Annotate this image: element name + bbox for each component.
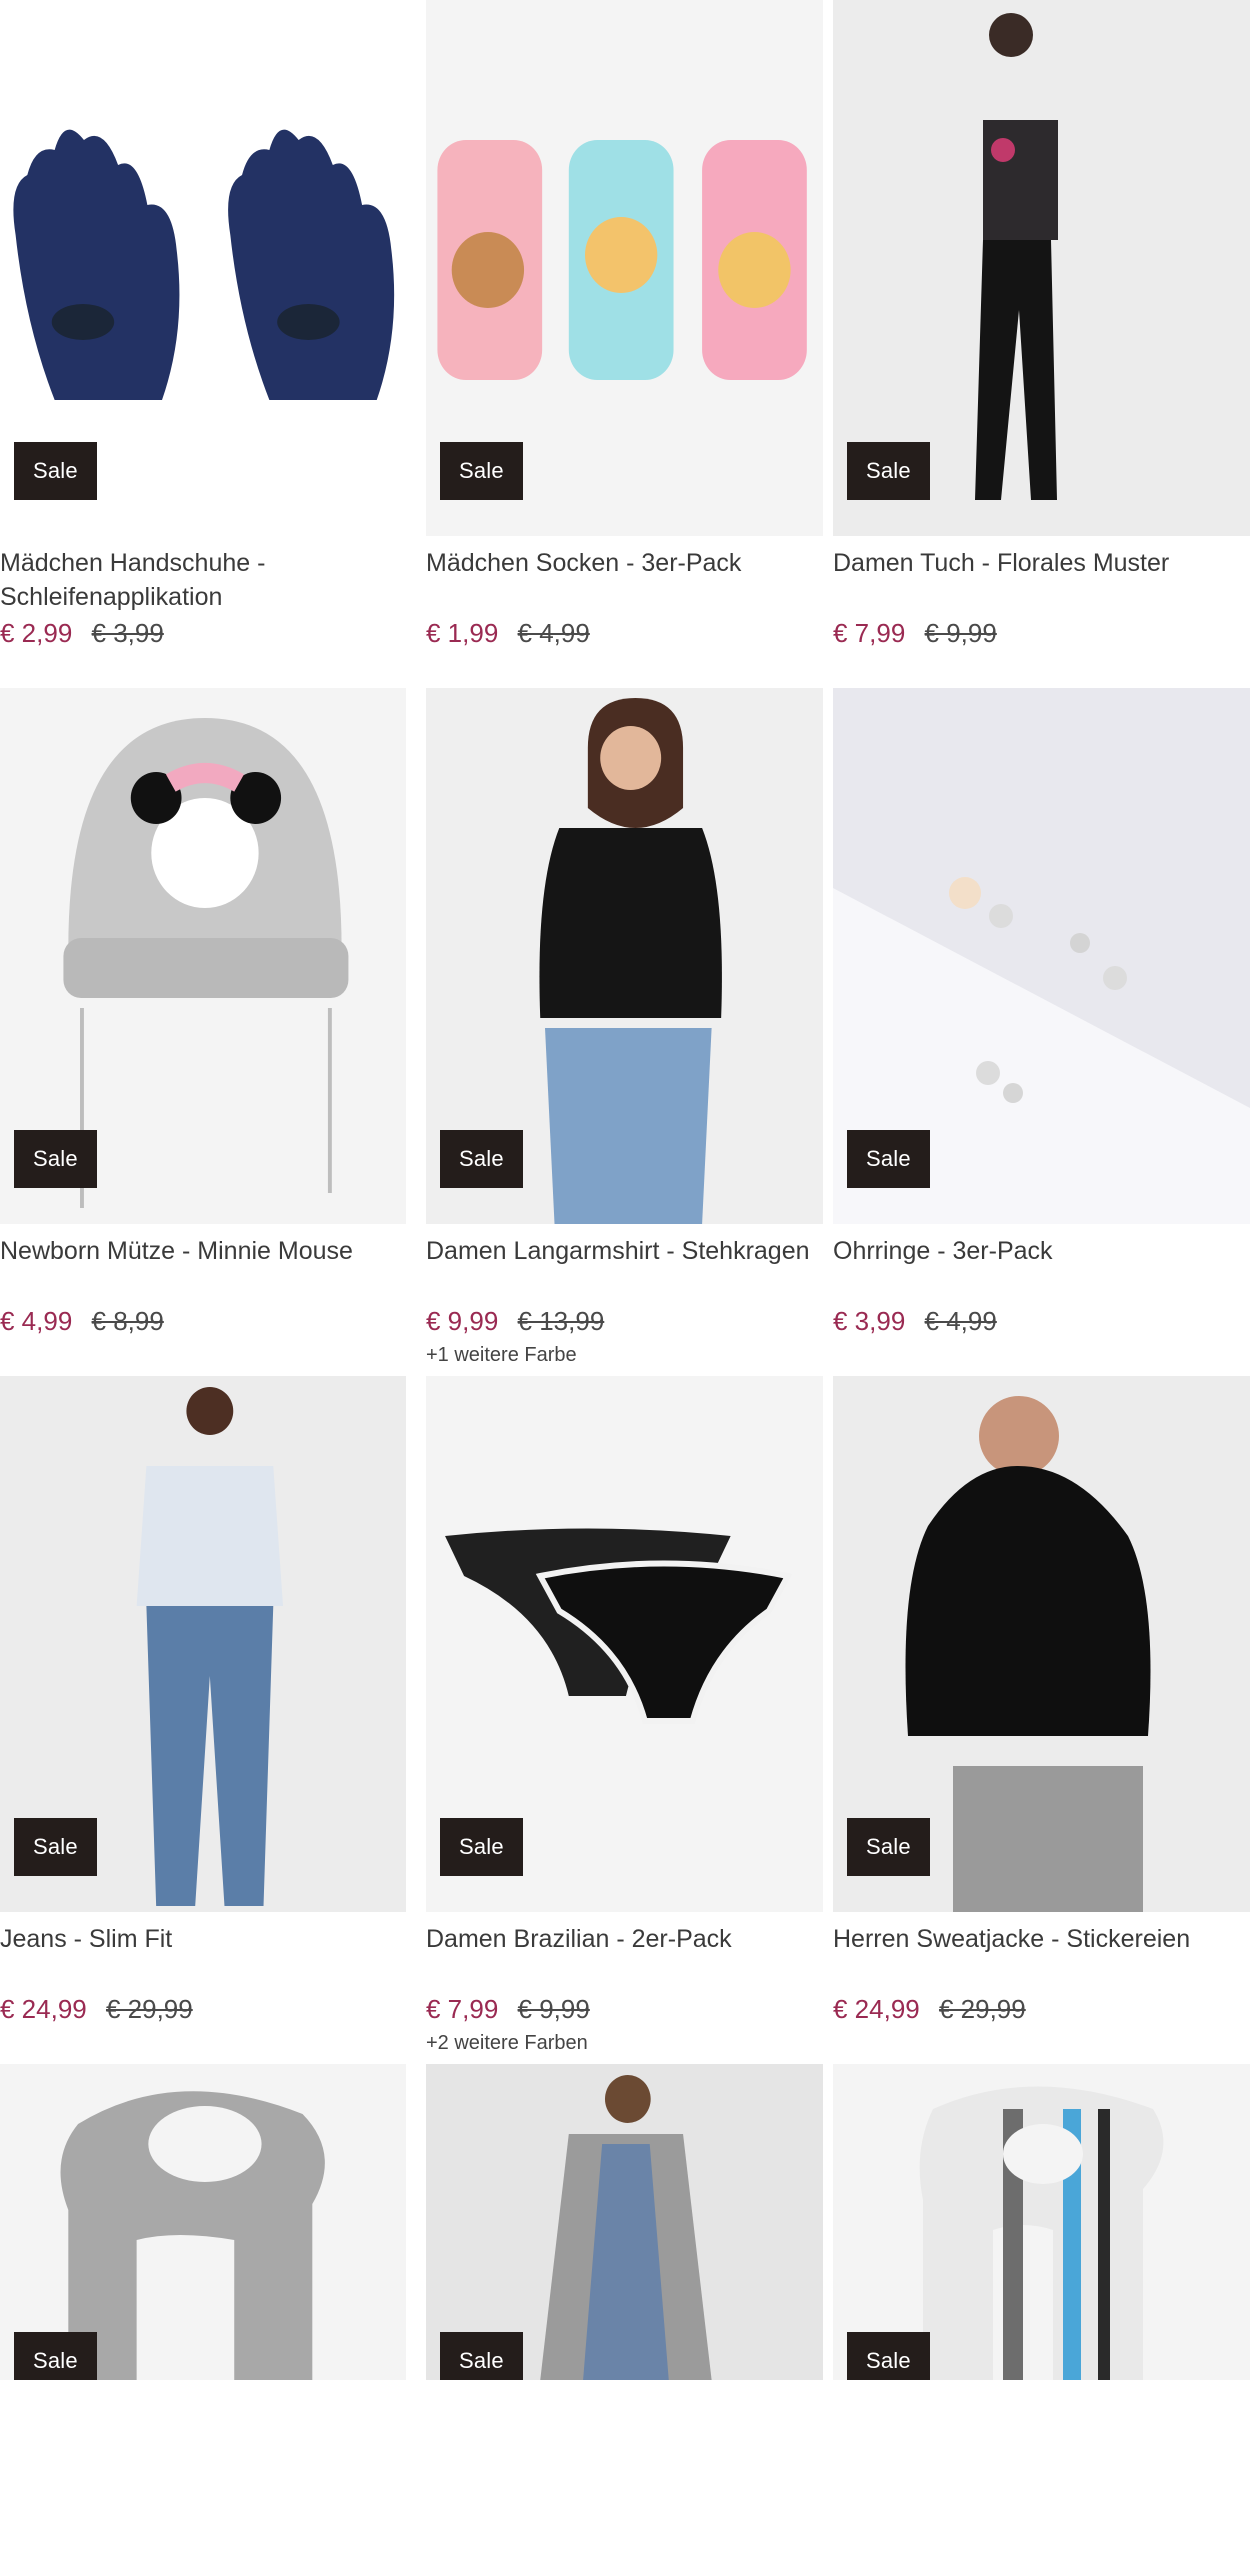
color-variants[interactable]: +2 weitere Farben — [426, 2032, 823, 2055]
price-row: € 4,99 € 8,99 — [0, 1304, 406, 1338]
product-title[interactable]: Jeans - Slim Fit — [0, 1922, 406, 1992]
product-image[interactable]: Sale — [833, 0, 1250, 536]
sale-badge: Sale — [440, 1818, 523, 1876]
price-row: € 7,99 € 9,99 — [426, 1992, 823, 2026]
product-title[interactable]: Damen Brazilian - 2er-Pack — [426, 1922, 823, 1992]
product-image[interactable]: Sale — [0, 2064, 406, 2380]
color-variants[interactable]: +1 weitere Farbe — [426, 1344, 823, 1367]
sale-badge: Sale — [847, 2332, 930, 2380]
sale-badge: Sale — [440, 1130, 523, 1188]
original-price: € 4,99 — [517, 618, 590, 648]
product-title[interactable]: Herren Sweatjacke - Stickereien — [833, 1922, 1250, 1992]
original-price: € 29,99 — [938, 1994, 1026, 2024]
price-row: € 24,99 € 29,99 — [0, 1992, 406, 2026]
sale-price: € 9,99 — [426, 1306, 499, 1336]
sale-badge: Sale — [847, 1130, 930, 1188]
original-price: € 9,99 — [924, 618, 997, 648]
product-image[interactable]: Sale — [833, 2064, 1250, 2380]
product-card[interactable]: Sale Mädchen Handschuhe - Schleifenappli… — [0, 0, 416, 688]
sale-price: € 1,99 — [426, 618, 499, 648]
product-card[interactable]: Sale Newborn Mütze - Minnie Mouse € 4,99… — [0, 688, 416, 1376]
price-row: € 7,99 € 9,99 — [833, 616, 1250, 650]
product-title[interactable]: Mädchen Socken - 3er-Pack — [426, 546, 823, 616]
sale-price: € 7,99 — [833, 618, 906, 648]
sale-badge: Sale — [440, 442, 523, 500]
product-card[interactable]: Sale — [416, 2064, 833, 2380]
sale-price: € 24,99 — [833, 1994, 920, 2024]
sale-price: € 3,99 — [833, 1306, 906, 1336]
product-title[interactable]: Mädchen Handschuhe - Schleifenapplikatio… — [0, 546, 406, 616]
product-card[interactable]: Sale Damen Tuch - Florales Muster € 7,99… — [833, 0, 1250, 688]
sale-badge: Sale — [440, 2332, 523, 2380]
product-card[interactable]: Sale — [0, 2064, 416, 2380]
product-image[interactable]: Sale — [426, 2064, 823, 2380]
product-card[interactable]: Sale Damen Langarmshirt - Stehkragen € 9… — [416, 688, 833, 1376]
original-price: € 9,99 — [517, 1994, 590, 2024]
sale-badge: Sale — [847, 1818, 930, 1876]
product-image[interactable]: Sale — [426, 0, 823, 536]
original-price: € 13,99 — [517, 1306, 605, 1336]
product-image[interactable]: Sale — [833, 1376, 1250, 1912]
product-card[interactable]: Sale Jeans - Slim Fit € 24,99 € 29,99 — [0, 1376, 416, 2064]
product-image[interactable]: Sale — [0, 0, 406, 536]
original-price: € 3,99 — [91, 618, 164, 648]
sale-badge: Sale — [847, 442, 930, 500]
sale-price: € 4,99 — [0, 1306, 73, 1336]
sale-badge: Sale — [14, 1818, 97, 1876]
price-row: € 9,99 € 13,99 — [426, 1304, 823, 1338]
original-price: € 8,99 — [91, 1306, 164, 1336]
product-image[interactable]: Sale — [0, 688, 406, 1224]
price-row: € 24,99 € 29,99 — [833, 1992, 1250, 2026]
original-price: € 4,99 — [924, 1306, 997, 1336]
sale-price: € 2,99 — [0, 618, 73, 648]
price-row: € 2,99 € 3,99 — [0, 616, 406, 650]
sale-badge: Sale — [14, 442, 97, 500]
price-row: € 3,99 € 4,99 — [833, 1304, 1250, 1338]
product-image[interactable]: Sale — [833, 688, 1250, 1224]
product-card[interactable]: Sale Mädchen Socken - 3er-Pack € 1,99 € … — [416, 0, 833, 688]
product-title[interactable]: Ohrringe - 3er-Pack — [833, 1234, 1250, 1304]
sale-badge: Sale — [14, 1130, 97, 1188]
product-image[interactable]: Sale — [426, 688, 823, 1224]
product-grid: Sale Mädchen Handschuhe - Schleifenappli… — [0, 0, 1250, 2380]
product-title[interactable]: Damen Langarmshirt - Stehkragen — [426, 1234, 823, 1304]
sale-badge: Sale — [14, 2332, 97, 2380]
product-image[interactable]: Sale — [426, 1376, 823, 1912]
product-title[interactable]: Damen Tuch - Florales Muster — [833, 546, 1250, 616]
original-price: € 29,99 — [105, 1994, 193, 2024]
product-title[interactable]: Newborn Mütze - Minnie Mouse — [0, 1234, 406, 1304]
sale-price: € 7,99 — [426, 1994, 499, 2024]
sale-price: € 24,99 — [0, 1994, 87, 2024]
product-card[interactable]: Sale Herren Sweatjacke - Stickereien € 2… — [833, 1376, 1250, 2064]
product-image[interactable]: Sale — [0, 1376, 406, 1912]
price-row: € 1,99 € 4,99 — [426, 616, 823, 650]
product-card[interactable]: Sale Ohrringe - 3er-Pack € 3,99 € 4,99 — [833, 688, 1250, 1376]
product-card[interactable]: Sale — [833, 2064, 1250, 2380]
product-card[interactable]: Sale Damen Brazilian - 2er-Pack € 7,99 €… — [416, 1376, 833, 2064]
